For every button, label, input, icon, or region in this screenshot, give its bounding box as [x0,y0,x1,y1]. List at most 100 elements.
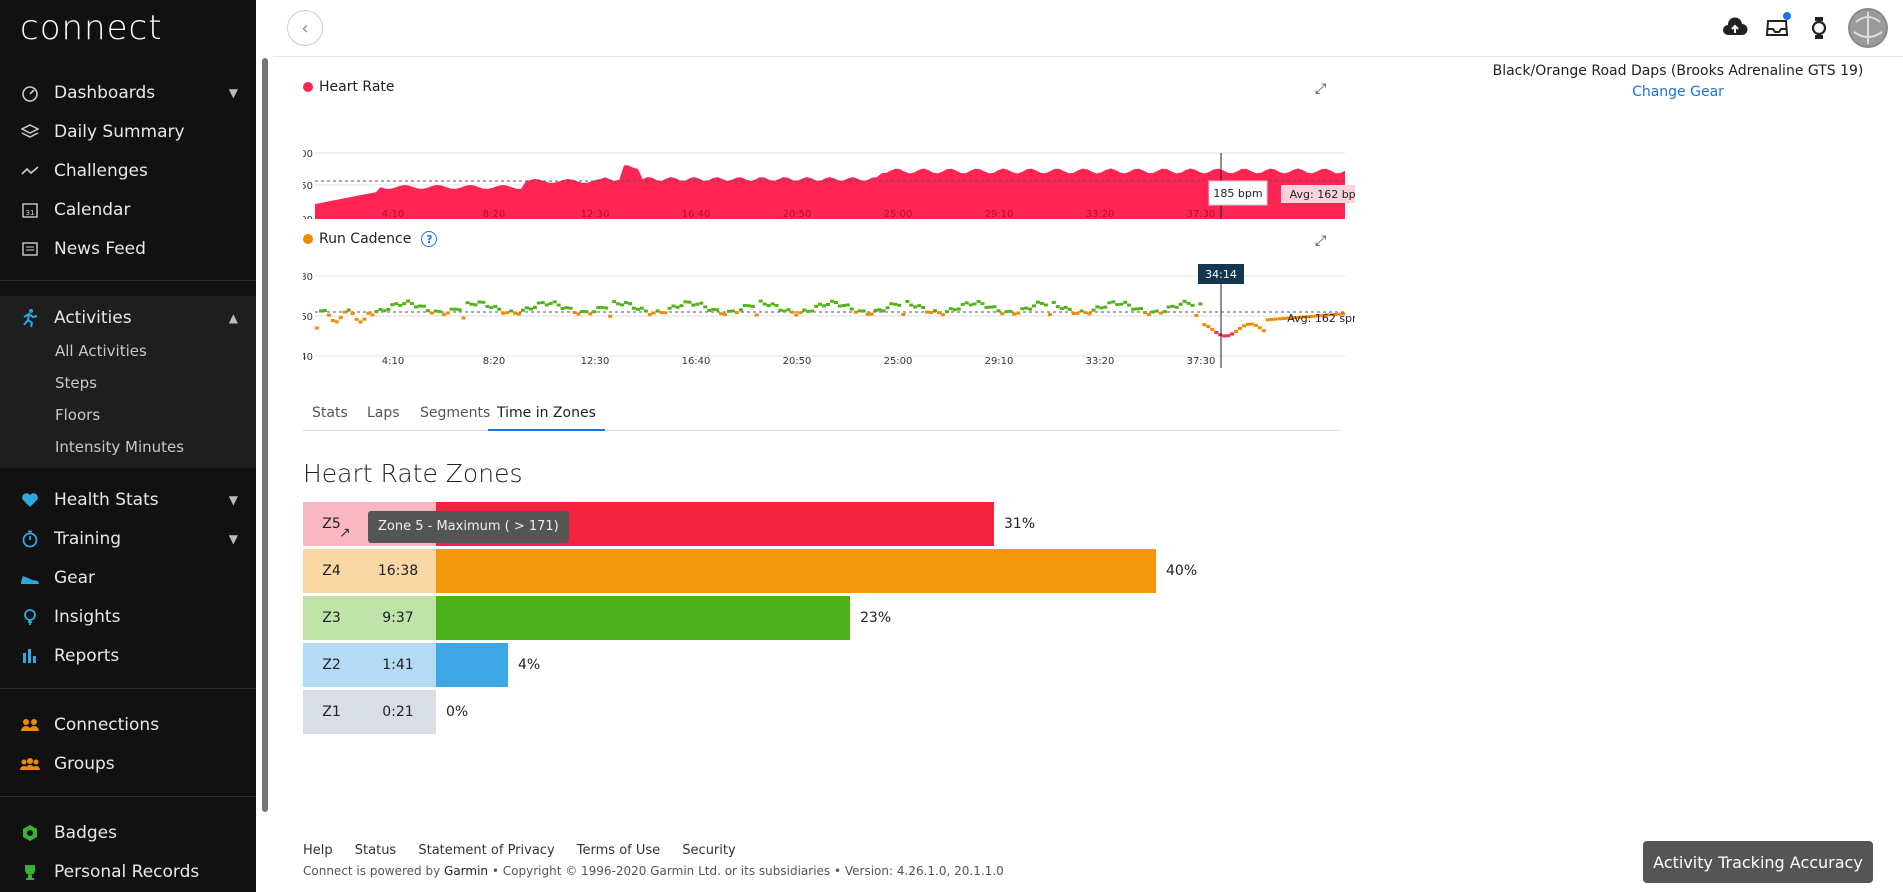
cad-point [647,313,652,316]
cad-point [521,308,525,312]
cad-point [1059,307,1064,311]
cad-point [679,304,684,308]
cad-point [699,301,704,305]
change-gear-link[interactable]: Change Gear [1453,84,1903,100]
sidebar-item-badges[interactable]: Badges [0,813,256,852]
hr-x-tick: 33:20 [1086,209,1115,219]
expand-icon[interactable]: ⤢ [1315,81,1326,97]
cad-point [362,317,367,321]
cad-point [532,305,537,309]
sidebar-subitem-intensity-minutes[interactable]: Intensity Minutes [55,438,184,456]
gauge-icon [20,83,40,103]
cad-point [802,308,807,312]
cad-point [350,312,355,315]
cad-point [398,303,403,307]
zone-label: Z3 [303,596,360,640]
connect-logo[interactable]: connect [20,8,163,48]
cad-point [425,309,430,313]
zone-row[interactable]: Z2 1:41 4% [303,643,1203,687]
avatar[interactable] [1848,8,1888,48]
footer-link-status[interactable]: Status [355,843,396,858]
sidebar-item-insights[interactable]: Insights [0,597,256,636]
sidebar-item-news-feed[interactable]: News Feed [0,229,256,268]
sidebar-scrollbar[interactable] [262,58,268,812]
zone-row[interactable]: Z4 16:38 40% [303,549,1203,593]
cad-point [477,300,482,304]
cad-point [960,302,965,306]
sidebar-item-dashboards[interactable]: Dashboards ▼ [0,73,256,112]
sidebar-subitem-all-activities[interactable]: All Activities [55,342,147,360]
cad-point [1246,322,1250,326]
upload-icon[interactable] [1721,14,1749,42]
cad-point [992,305,997,309]
sidebar-item-connections[interactable]: Connections [0,705,256,744]
tab-time-in-zones[interactable]: Time in Zones [488,400,605,431]
zone-row[interactable]: Z1 0:21 0% [303,690,1203,734]
cad-x-tick: 29:10 [985,356,1014,367]
run-cadence-chart[interactable]: 180 160 140 4:10 8:20 12:30 16:40 20:50 25:00 29:… [303,264,1355,368]
tab-stats[interactable]: Stats [312,400,348,431]
cad-point [1008,309,1013,313]
sidebar-item-daily-summary[interactable]: Daily Summary [0,112,256,151]
footer-brand-link[interactable]: Garmin [444,864,488,878]
cad-point [937,311,941,315]
cad-point [988,305,993,309]
cad-point [354,317,359,321]
cad-point [849,307,854,311]
cad-point [940,313,945,317]
footer-link-terms[interactable]: Terms of Use [577,843,660,858]
sidebar-item-groups[interactable]: Groups [0,744,256,783]
cad-point [1234,329,1239,333]
footer-copy-suffix: • Copyright © 1996-2020 Garmin Ltd. or i… [491,864,1004,878]
cad-point [925,310,930,314]
sidebar-label: Reports [54,645,120,666]
sidebar-item-challenges[interactable]: Challenges [0,151,256,190]
help-icon[interactable]: ? [421,231,438,247]
sidebar-item-activities[interactable]: Activities ▲ [0,298,256,337]
heart-rate-chart[interactable]: 200 150 100 4:10 8:20 12:30 16:40 20:50 25:00 29:… [303,109,1355,219]
cad-point [1273,317,1278,321]
trend-icon [20,161,40,181]
tab-segments[interactable]: Segments [420,400,490,431]
sidebar-item-reports[interactable]: Reports [0,636,256,675]
cad-x-tick: 33:20 [1086,356,1115,367]
cad-point [382,309,387,313]
sidebar-item-calendar[interactable]: 31 Calendar [0,190,256,229]
cad-point [746,304,751,308]
zone-time: 16:38 [360,549,436,593]
cad-point [774,304,779,307]
sidebar-subitem-floors[interactable]: Floors [55,406,100,424]
cad-point [996,309,1001,313]
sidebar-item-training[interactable]: Training ▼ [0,519,256,558]
cad-point [711,307,716,311]
cad-point [453,307,458,311]
cad-point [346,308,351,312]
chevron-down-icon: ▼ [228,85,238,100]
zone-row[interactable]: Z3 9:37 23% [303,596,1203,640]
sidebar-subitem-steps[interactable]: Steps [55,374,97,392]
sidebar-item-personal-records[interactable]: Personal Records [0,852,256,891]
cad-point [651,311,656,315]
cad-point [469,302,474,306]
tab-laps[interactable]: Laps [367,400,400,431]
cad-point [1269,317,1274,321]
cad-point [1218,333,1223,337]
sidebar-item-gear[interactable]: Gear [0,558,256,597]
footer-link-help[interactable]: Help [303,843,333,858]
cad-x-tick: 4:10 [382,356,404,367]
cad-point [1028,307,1033,311]
chevron-down-icon: ▼ [228,492,238,507]
cad-point [437,310,442,314]
sidebar-item-health-stats[interactable]: Health Stats ▼ [0,480,256,519]
cad-point [1079,309,1084,313]
footer-link-privacy[interactable]: Statement of Privacy [418,843,554,858]
zone-bar [436,643,508,687]
watch-icon[interactable] [1805,14,1833,42]
inbox-icon[interactable] [1763,12,1791,42]
expand-icon[interactable]: ⤢ [1315,233,1326,249]
back-button[interactable]: ‹ [287,10,323,46]
cad-point [818,302,823,306]
footer-link-security[interactable]: Security [682,843,735,858]
activity-tracking-accuracy-button[interactable]: Activity Tracking Accuracy [1643,841,1873,883]
cad-point [956,307,961,311]
